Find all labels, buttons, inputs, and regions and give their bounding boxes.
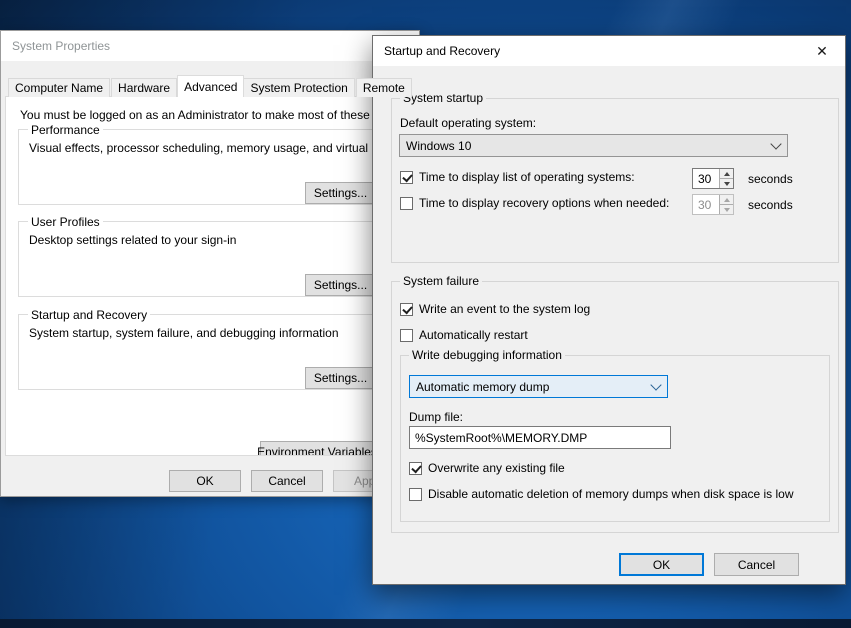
default-os-label: Default operating system:	[400, 116, 536, 130]
startup-recovery-group: Startup and Recovery System startup, sys…	[18, 314, 407, 390]
startup-recovery-group-title: Startup and Recovery	[28, 308, 150, 322]
chevron-down-icon	[645, 385, 667, 389]
tab-computer-name[interactable]: Computer Name	[8, 78, 110, 97]
recovery-timeout-checkbox[interactable]	[400, 197, 413, 210]
performance-description: Visual effects, processor scheduling, me…	[29, 141, 415, 155]
dump-file-input[interactable]	[409, 426, 671, 449]
write-event-checkbox[interactable]	[400, 303, 413, 316]
spinner-up-icon[interactable]	[720, 169, 733, 179]
spinner-arrows	[719, 195, 733, 214]
chevron-down-icon	[765, 144, 787, 148]
os-list-timeout-label[interactable]: Time to display list of operating system…	[419, 170, 635, 184]
close-button[interactable]: ✕	[799, 36, 845, 66]
dump-file-label: Dump file:	[409, 410, 463, 424]
system-startup-group: System startup Default operating system:…	[391, 98, 839, 263]
auto-restart-row: Automatically restart	[400, 328, 528, 342]
disable-deletion-row: Disable automatic deletion of memory dum…	[409, 487, 794, 501]
advanced-tab-page: You must be logged on as an Administrato…	[5, 96, 417, 456]
os-list-timeout-value: 30	[693, 169, 719, 188]
cancel-button[interactable]: Cancel	[251, 470, 323, 492]
spinner-arrows	[719, 169, 733, 188]
user-profiles-description: Desktop settings related to your sign-in	[29, 233, 236, 247]
ok-button[interactable]: OK	[169, 470, 241, 492]
recovery-timeout-row: Time to display recovery options when ne…	[400, 196, 669, 210]
auto-restart-label[interactable]: Automatically restart	[419, 328, 528, 342]
write-debug-group-title: Write debugging information	[409, 348, 565, 362]
startup-recovery-title: Startup and Recovery	[373, 44, 799, 58]
recovery-timeout-spinner: 30	[692, 194, 734, 215]
disable-deletion-checkbox[interactable]	[409, 488, 422, 501]
system-failure-group: System failure Write an event to the sys…	[391, 281, 839, 533]
dialog-ok-button[interactable]: OK	[619, 553, 704, 576]
admin-note: You must be logged on as an Administrato…	[20, 108, 417, 122]
system-startup-group-title: System startup	[400, 91, 486, 105]
spinner-down-icon[interactable]	[720, 179, 733, 188]
system-properties-window: System Properties Computer Name Hardware…	[0, 30, 420, 497]
system-properties-footer: OK Cancel Apply	[1, 470, 420, 497]
overwrite-row: Overwrite any existing file	[409, 461, 565, 475]
performance-group-title: Performance	[28, 123, 103, 137]
recovery-timeout-unit: seconds	[748, 198, 793, 212]
write-debug-group: Write debugging information Automatic me…	[400, 355, 830, 522]
system-properties-title: System Properties	[1, 39, 110, 53]
os-list-timeout-row: Time to display list of operating system…	[400, 170, 635, 184]
tab-strip: Computer Name Hardware Advanced System P…	[8, 75, 413, 97]
os-list-timeout-spinner[interactable]: 30	[692, 168, 734, 189]
startup-recovery-settings-button[interactable]: Settings...	[305, 367, 376, 389]
user-profiles-settings-button[interactable]: Settings...	[305, 274, 376, 296]
recovery-timeout-value: 30	[693, 195, 719, 214]
spinner-up-icon	[720, 195, 733, 205]
default-os-dropdown[interactable]: Windows 10	[399, 134, 788, 157]
startup-recovery-dialog: Startup and Recovery ✕ System startup De…	[372, 35, 846, 585]
tab-hardware[interactable]: Hardware	[111, 78, 177, 97]
close-icon: ✕	[816, 43, 828, 60]
disable-deletion-label[interactable]: Disable automatic deletion of memory dum…	[428, 487, 794, 501]
system-failure-group-title: System failure	[400, 274, 482, 288]
write-event-row: Write an event to the system log	[400, 302, 590, 316]
startup-recovery-titlebar[interactable]: Startup and Recovery ✕	[373, 36, 845, 66]
os-list-timeout-unit: seconds	[748, 172, 793, 186]
overwrite-checkbox[interactable]	[409, 462, 422, 475]
tab-remote[interactable]: Remote	[356, 78, 412, 97]
desktop: System Properties Computer Name Hardware…	[0, 0, 851, 628]
system-properties-titlebar[interactable]: System Properties	[1, 31, 419, 61]
tab-advanced[interactable]: Advanced	[177, 75, 244, 97]
dialog-cancel-button[interactable]: Cancel	[714, 553, 799, 576]
recovery-timeout-label[interactable]: Time to display recovery options when ne…	[419, 196, 669, 210]
os-list-timeout-checkbox[interactable]	[400, 171, 413, 184]
startup-recovery-description: System startup, system failure, and debu…	[29, 326, 339, 340]
taskbar[interactable]	[0, 619, 851, 628]
performance-settings-button[interactable]: Settings...	[305, 182, 376, 204]
default-os-value: Windows 10	[400, 139, 765, 153]
dump-type-value: Automatic memory dump	[410, 380, 645, 394]
user-profiles-group: User Profiles Desktop settings related t…	[18, 221, 407, 297]
auto-restart-checkbox[interactable]	[400, 329, 413, 342]
performance-group: Performance Visual effects, processor sc…	[18, 129, 407, 205]
environment-variables-button[interactable]: Environment Variables...	[260, 441, 384, 456]
overwrite-label[interactable]: Overwrite any existing file	[428, 461, 565, 475]
write-event-label[interactable]: Write an event to the system log	[419, 302, 590, 316]
dump-type-dropdown[interactable]: Automatic memory dump	[409, 375, 668, 398]
user-profiles-group-title: User Profiles	[28, 215, 103, 229]
tab-system-protection[interactable]: System Protection	[243, 78, 354, 97]
spinner-down-icon	[720, 205, 733, 214]
